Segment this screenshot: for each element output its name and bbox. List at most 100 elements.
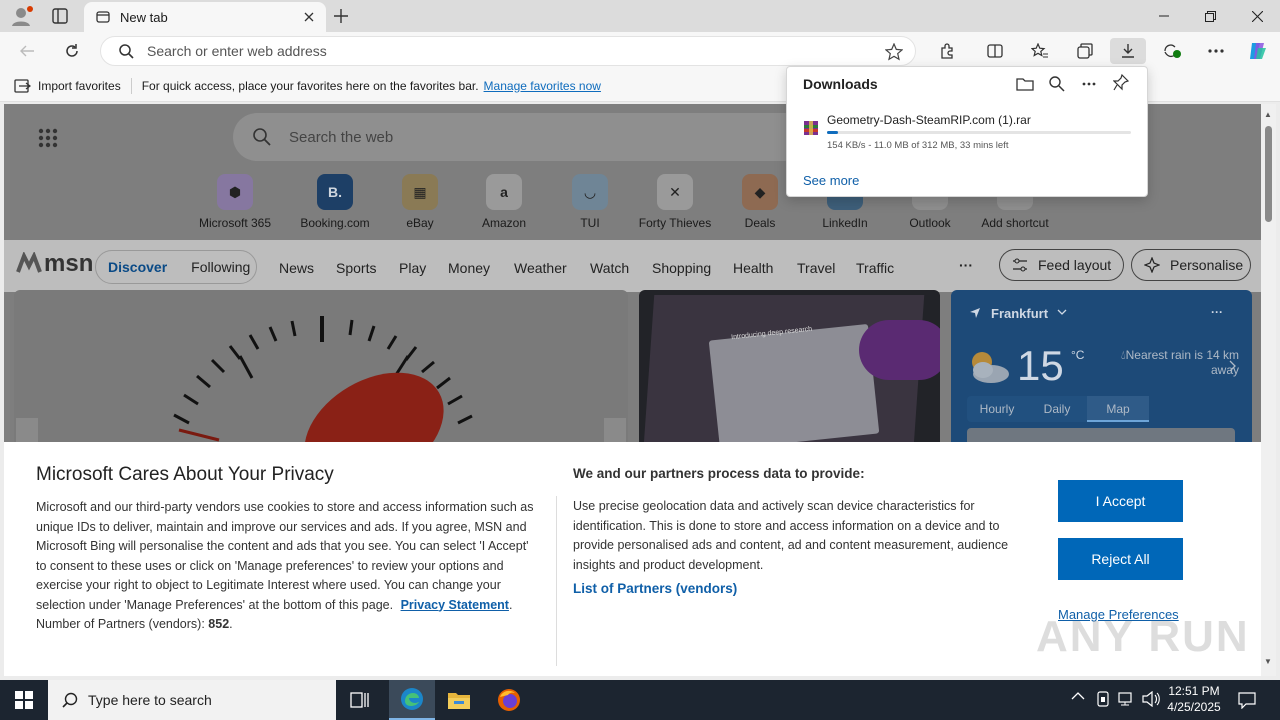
copilot-icon[interactable] — [1243, 38, 1273, 64]
split-screen-icon[interactable] — [980, 38, 1010, 64]
nav-watch[interactable]: Watch — [590, 260, 629, 276]
shortcut-label: LinkedIn — [822, 216, 868, 230]
purpose-body: Use precise geolocation data and activel… — [573, 499, 1009, 572]
app-launcher-icon[interactable] — [38, 128, 58, 148]
partners-count: 852 — [208, 617, 230, 631]
web-search-box[interactable]: Search the web — [233, 113, 833, 161]
scroll-down-icon[interactable]: ▼ — [1264, 657, 1272, 666]
minimize-button[interactable] — [1141, 0, 1187, 32]
microsoft-365-icon: ⬢ — [217, 174, 253, 210]
tab-new-tab[interactable]: New tab — [84, 2, 326, 32]
reject-all-button[interactable]: Reject All — [1058, 538, 1183, 580]
nav-play[interactable]: Play — [399, 260, 426, 276]
taskbar-search-placeholder: Type here to search — [88, 692, 212, 708]
tab-following[interactable]: Following — [191, 259, 250, 275]
favorite-star-icon[interactable] — [885, 43, 903, 61]
nav-health[interactable]: Health — [733, 260, 773, 276]
search-downloads-icon[interactable] — [1049, 76, 1065, 92]
download-item[interactable]: Geometry-Dash-SteamRIP.com (1).rar 154 K… — [787, 107, 1147, 155]
favorites-icon[interactable] — [1025, 38, 1055, 64]
weather-tab-hourly[interactable]: Hourly — [967, 396, 1027, 422]
profile-icon[interactable] — [10, 5, 34, 27]
msn-logo[interactable]: msn — [16, 250, 93, 278]
privacy-consent-dialog: Microsoft Cares About Your Privacy Micro… — [4, 442, 1261, 676]
scroll-up-icon[interactable]: ▲ — [1264, 110, 1272, 119]
nav-news[interactable]: News — [279, 260, 314, 276]
network-icon[interactable] — [1118, 691, 1136, 707]
nav-shopping[interactable]: Shopping — [652, 260, 711, 276]
downloads-button[interactable] — [1110, 38, 1146, 64]
privacy-body: Microsoft and our third-party vendors us… — [36, 500, 534, 631]
chevron-down-icon[interactable] — [1057, 308, 1067, 316]
back-button[interactable] — [12, 38, 42, 64]
taskbar-search[interactable]: Type here to search — [48, 680, 336, 720]
nav-weather[interactable]: Weather — [514, 260, 567, 276]
weather-more-icon[interactable]: ··· — [1211, 305, 1223, 319]
shortcut-label: Booking.com — [300, 216, 370, 230]
hero-card[interactable] — [14, 290, 628, 450]
more-menu-icon[interactable] — [1201, 38, 1231, 64]
tray-device-icon[interactable] — [1096, 691, 1110, 707]
purpose-title: We and our partners process data to prov… — [573, 466, 865, 481]
speedometer-image — [16, 316, 626, 450]
weather-tab-daily[interactable]: Daily — [1027, 396, 1087, 422]
personalise-button[interactable]: Personalise — [1131, 249, 1251, 281]
weather-unit[interactable]: °C — [1071, 348, 1084, 362]
location-arrow-icon — [969, 307, 981, 319]
chevron-right-icon[interactable] — [1229, 360, 1237, 372]
close-window-button[interactable] — [1234, 0, 1280, 32]
partners-list-link[interactable]: List of Partners (vendors) — [573, 581, 737, 596]
start-button[interactable] — [15, 691, 33, 709]
weather-city[interactable]: Frankfurt — [991, 306, 1048, 321]
search-icon — [119, 44, 134, 59]
shortcut-microsoft-365[interactable]: ⬢ Microsoft 365 — [179, 174, 291, 230]
tray-chevron-up-icon[interactable] — [1071, 691, 1085, 701]
shortcut-label: Outlook — [909, 216, 951, 230]
page-scrollbar[interactable]: ▲ ▼ — [1261, 104, 1276, 676]
restore-button[interactable] — [1187, 0, 1233, 32]
address-bar[interactable]: Search or enter web address — [100, 36, 916, 66]
clock[interactable]: 12:51 PM 4/25/2025 — [1166, 683, 1222, 715]
downloads-more-icon[interactable] — [1082, 82, 1096, 86]
tab-discover[interactable]: Discover — [108, 259, 167, 275]
extensions-icon[interactable] — [932, 38, 962, 64]
refresh-button[interactable] — [57, 38, 87, 64]
booking-icon: B. — [317, 174, 353, 210]
weather-tab-map[interactable]: Map — [1087, 396, 1149, 422]
accept-button[interactable]: I Accept — [1058, 480, 1183, 522]
weather-card[interactable]: Frankfurt ··· 15 °C 💧︎Nearest rain is 14… — [951, 290, 1252, 450]
browser-essentials-icon[interactable] — [1158, 38, 1188, 64]
task-view-icon[interactable] — [350, 690, 370, 710]
file-explorer-icon[interactable] — [447, 689, 471, 711]
shortcut-label: Microsoft 365 — [198, 216, 272, 230]
pin-icon[interactable] — [1113, 74, 1129, 92]
see-more-link[interactable]: See more — [803, 173, 859, 188]
notifications-icon[interactable] — [1238, 691, 1256, 709]
collections-icon[interactable] — [1070, 38, 1100, 64]
nav-sports[interactable]: Sports — [336, 260, 376, 276]
nav-traffic[interactable]: Traffic — [856, 260, 894, 276]
new-tab-button[interactable] — [332, 7, 350, 25]
nav-travel[interactable]: Travel — [797, 260, 835, 276]
purple-glow — [859, 320, 940, 380]
manage-favorites-link[interactable]: Manage favorites now — [484, 79, 601, 93]
workspaces-icon[interactable] — [52, 8, 68, 24]
download-filename: Geometry-Dash-SteamRIP.com (1).rar — [827, 113, 1031, 127]
privacy-statement-link[interactable]: Privacy Statement — [401, 598, 509, 612]
volume-icon[interactable] — [1142, 691, 1160, 707]
edge-taskbar-button[interactable] — [389, 680, 435, 720]
import-favorites-icon — [14, 78, 32, 93]
shortcut-label: Add shortcut — [981, 216, 1049, 230]
import-favorites-link[interactable]: Import favorites — [38, 79, 121, 93]
clock-date: 4/25/2025 — [1167, 700, 1221, 714]
nav-money[interactable]: Money — [448, 260, 490, 276]
news-card-laptop[interactable]: Introducing deep research — [639, 290, 940, 450]
firefox-icon[interactable] — [497, 688, 521, 712]
close-tab-icon[interactable] — [304, 12, 314, 22]
sliders-icon — [1012, 258, 1028, 272]
nav-more-icon[interactable]: ··· — [959, 257, 973, 273]
open-folder-icon[interactable] — [1016, 76, 1034, 92]
feed-layout-button[interactable]: Feed layout — [999, 249, 1124, 281]
shortcut-label: Deals — [744, 216, 776, 230]
scrollbar-thumb[interactable] — [1265, 126, 1272, 222]
